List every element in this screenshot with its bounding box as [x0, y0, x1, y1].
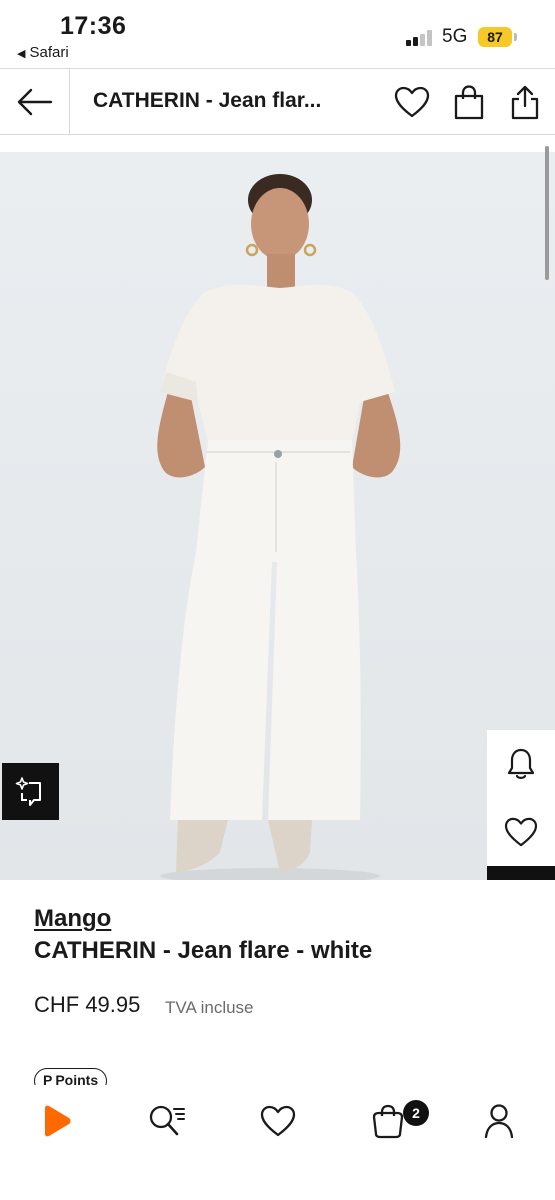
- product-name: CATHERIN - Jean flare - white: [34, 937, 373, 964]
- battery-tip: [514, 33, 517, 41]
- page-title: CATHERIN - Jean flar...: [93, 89, 322, 112]
- bag-icon: [454, 85, 484, 120]
- scroll-indicator[interactable]: [545, 146, 549, 280]
- profile-icon: [484, 1104, 514, 1139]
- vat-note: TVA incluse: [165, 998, 254, 1017]
- nav-profile[interactable]: [475, 1097, 523, 1145]
- notify-button[interactable]: [487, 730, 555, 798]
- model-photo: [0, 152, 555, 880]
- sparkle-crop-icon: [15, 776, 41, 806]
- home-logo-icon: [45, 1105, 71, 1137]
- status-time: 17:36: [60, 12, 127, 40]
- bottom-nav: [0, 1085, 555, 1200]
- side-wishlist-button[interactable]: [487, 798, 555, 866]
- status-bar: 17:36 ◀ Safari 5G 87: [0, 0, 555, 68]
- battery-icon: 87: [478, 27, 512, 47]
- bell-icon: [507, 748, 535, 779]
- bag-button[interactable]: [450, 83, 488, 121]
- back-button[interactable]: [0, 69, 70, 134]
- share-button[interactable]: [506, 83, 544, 121]
- search-icon: [149, 1105, 185, 1136]
- network-type: 5G: [442, 26, 468, 47]
- back-app-label: Safari: [29, 44, 69, 61]
- heart-icon: [260, 1105, 296, 1137]
- bag-icon: [372, 1104, 404, 1139]
- side-panel-footer: [487, 866, 555, 880]
- ai-similar-button[interactable]: [2, 763, 59, 820]
- nav-search[interactable]: [143, 1097, 191, 1145]
- product-price: CHF 49.95: [34, 992, 141, 1017]
- side-actions: [487, 730, 555, 880]
- product-image[interactable]: [0, 152, 555, 880]
- arrow-left-icon: [17, 88, 52, 115]
- back-triangle-icon: ◀: [17, 48, 26, 60]
- nav-wishlist[interactable]: [254, 1097, 302, 1145]
- nav-home[interactable]: [32, 1097, 80, 1145]
- back-to-safari[interactable]: ◀ Safari: [17, 44, 69, 61]
- brand-link[interactable]: Mango: [34, 905, 111, 933]
- cart-count-badge: 2: [403, 1100, 429, 1126]
- heart-icon: [504, 817, 538, 847]
- signal-icon: [406, 30, 436, 46]
- heart-icon: [394, 86, 430, 118]
- top-header: CATHERIN - Jean flar...: [0, 68, 555, 135]
- wishlist-button[interactable]: [393, 83, 431, 121]
- share-icon: [511, 85, 539, 120]
